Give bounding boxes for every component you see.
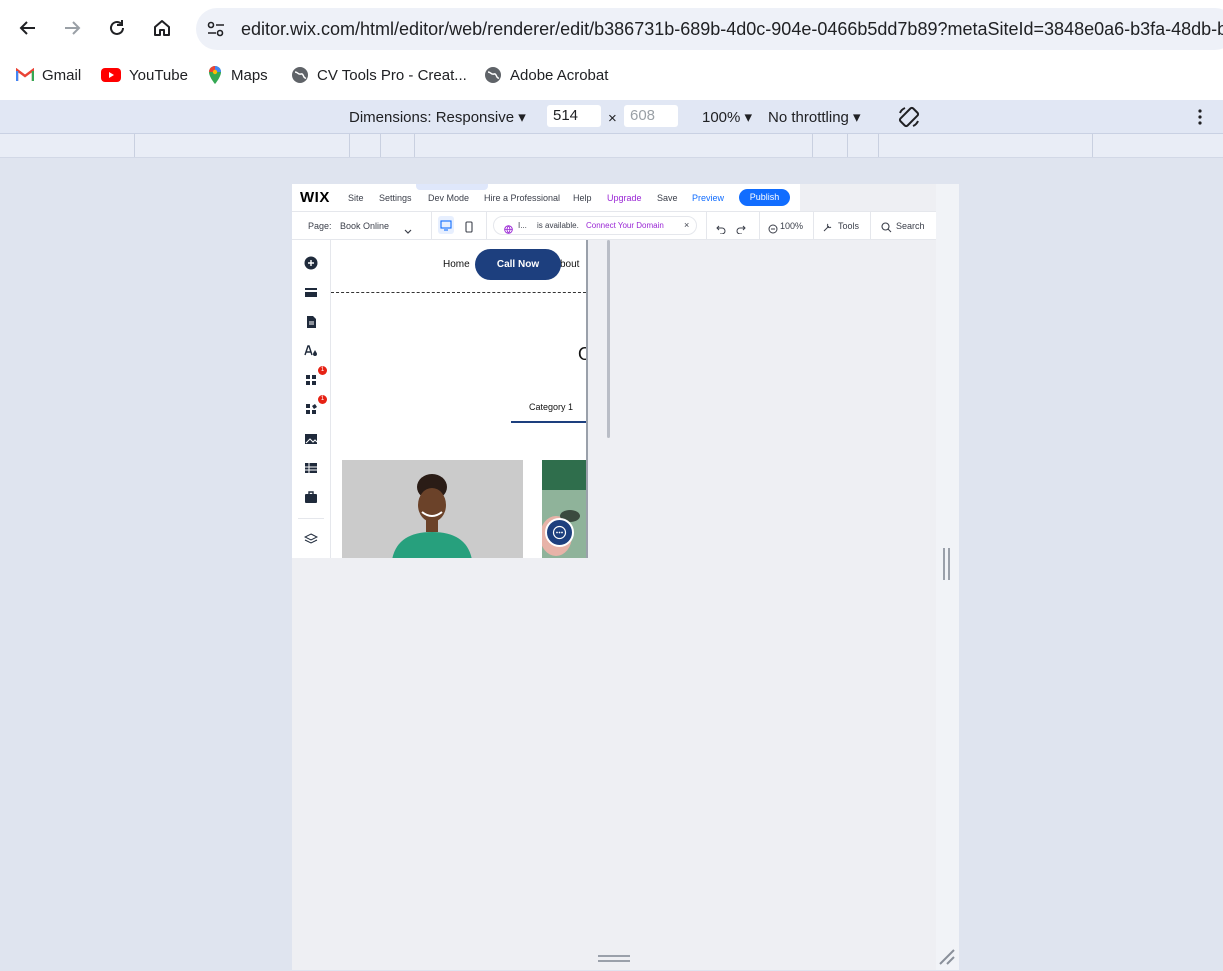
wix-left-rail: 1 1 [292, 240, 331, 558]
heading-fragment: O [578, 344, 586, 364]
domain-prefix: I... [518, 221, 527, 230]
site-settings-icon[interactable] [206, 20, 226, 43]
canvas-scrollbar[interactable] [607, 240, 610, 438]
resize-handle-bottom[interactable] [598, 955, 630, 963]
site-canvas[interactable]: Home bout Call Now O Category 1 [331, 240, 586, 558]
redo-icon[interactable] [736, 221, 746, 239]
media-query-ruler [0, 134, 1223, 158]
chevron-down-icon[interactable] [404, 222, 412, 240]
gmail-icon [16, 68, 34, 81]
desktop-view-icon[interactable] [438, 216, 454, 234]
bookmark-label: YouTube [129, 66, 188, 84]
tools-icon [822, 220, 833, 238]
menu-upgrade[interactable]: Upgrade [607, 193, 642, 203]
tools-button[interactable]: Tools [838, 221, 859, 231]
page-selector[interactable]: Book Online [340, 221, 389, 231]
bookmark-label: Gmail [42, 66, 82, 84]
bookmark-adobe-acrobat[interactable]: Adobe Acrobat [484, 65, 608, 85]
height-input[interactable]: 608 [624, 105, 678, 127]
category-tab-underline [511, 421, 586, 423]
zoom-dropdown[interactable]: 100% ▾ [702, 108, 752, 126]
layers-icon[interactable] [303, 532, 319, 546]
menu-hire-professional[interactable]: Hire a Professional [484, 193, 560, 203]
bookmark-label: CV Tools Pro - Creat... [317, 66, 467, 84]
times-sign: × [608, 110, 617, 127]
zoom-value: 100% [702, 109, 741, 126]
close-icon[interactable]: × [684, 220, 689, 230]
search-button[interactable]: Search [896, 221, 925, 231]
bookmark-label: Adobe Acrobat [510, 66, 609, 84]
bookmark-gmail[interactable]: Gmail [16, 65, 81, 85]
undo-icon[interactable] [716, 221, 726, 239]
url-text[interactable]: editor.wix.com/html/editor/web/renderer/… [241, 19, 1223, 40]
browser-toolbar: editor.wix.com/html/editor/web/renderer/… [0, 0, 1223, 100]
service-image-woman[interactable] [342, 460, 523, 558]
business-apps-icon[interactable] [304, 402, 318, 416]
resize-corner-icon[interactable] [938, 948, 956, 971]
call-now-button[interactable]: Call Now [475, 249, 561, 280]
canvas-edge [586, 240, 588, 558]
zoom-icon [768, 221, 778, 239]
rotate-icon[interactable] [897, 105, 921, 134]
bookmark-maps[interactable]: Maps [207, 65, 268, 85]
home-icon[interactable] [148, 14, 176, 42]
globe-icon [504, 221, 513, 239]
wix-top-bar: WIX Site Settings Dev Mode Hire a Profes… [292, 184, 800, 211]
apps-icon[interactable] [304, 373, 318, 387]
apps-notification-badge: 1 [318, 366, 327, 375]
header-divider [331, 292, 586, 293]
mobile-view-icon[interactable] [465, 220, 473, 238]
portfolio-icon[interactable] [304, 490, 318, 504]
business-notification-badge: 1 [318, 395, 327, 404]
menu-settings[interactable]: Settings [379, 193, 412, 203]
search-icon [881, 220, 892, 238]
bookmark-label: Maps [231, 66, 268, 84]
dimensions-dropdown[interactable]: Dimensions: Responsive ▾ [349, 108, 526, 126]
page-label: Page: [308, 221, 332, 231]
pages-icon[interactable] [304, 315, 318, 329]
media-icon[interactable] [304, 432, 318, 446]
nav-about[interactable]: bout [560, 259, 579, 270]
category-tab[interactable]: Category 1 [529, 402, 573, 412]
menu-preview[interactable]: Preview [692, 193, 724, 203]
throttling-value: No throttling [768, 109, 849, 126]
globe-icon [292, 67, 308, 83]
forward-icon[interactable] [58, 14, 86, 42]
globe-icon [485, 67, 501, 83]
device-toolbar: Dimensions: Responsive ▾ 514 × 608 100% … [0, 100, 1223, 134]
menu-site[interactable]: Site [348, 193, 364, 203]
throttling-dropdown[interactable]: No throttling ▾ [768, 108, 861, 126]
more-options-icon[interactable] [1194, 108, 1206, 131]
site-design-icon[interactable] [304, 344, 318, 358]
connect-domain-link[interactable]: Connect Your Domain [586, 221, 664, 230]
menu-dev-mode[interactable]: Dev Mode [428, 193, 469, 203]
menu-help[interactable]: Help [573, 193, 592, 203]
publish-button[interactable]: Publish [739, 189, 790, 206]
page-value: Book Online [340, 221, 390, 231]
wix-logo[interactable]: WIX [300, 189, 330, 206]
menu-save[interactable]: Save [657, 193, 678, 203]
add-section-icon[interactable] [304, 286, 318, 300]
wix-secondary-bar: Page: Book Online I... is available. Con… [292, 211, 936, 240]
cms-icon[interactable] [304, 461, 318, 475]
chat-icon[interactable] [545, 518, 574, 547]
back-icon[interactable] [14, 14, 42, 42]
resize-handle-right[interactable] [943, 548, 951, 580]
zoom-value[interactable]: 100% [780, 221, 803, 231]
width-input[interactable]: 514 [547, 105, 601, 127]
bookmark-cv-tools[interactable]: CV Tools Pro - Creat... [291, 65, 467, 85]
nav-home[interactable]: Home [443, 259, 470, 270]
bookmark-youtube[interactable]: YouTube [101, 65, 188, 85]
dimensions-label: Dimensions: Responsive [349, 109, 515, 126]
domain-available-text: is available. [537, 221, 579, 230]
dev-mode-tab-indicator [416, 184, 488, 190]
reload-icon[interactable] [103, 14, 131, 42]
maps-pin-icon [209, 66, 221, 84]
add-elements-icon[interactable] [304, 256, 318, 270]
youtube-icon [101, 68, 121, 82]
address-bar[interactable]: editor.wix.com/html/editor/web/renderer/… [196, 8, 1223, 50]
